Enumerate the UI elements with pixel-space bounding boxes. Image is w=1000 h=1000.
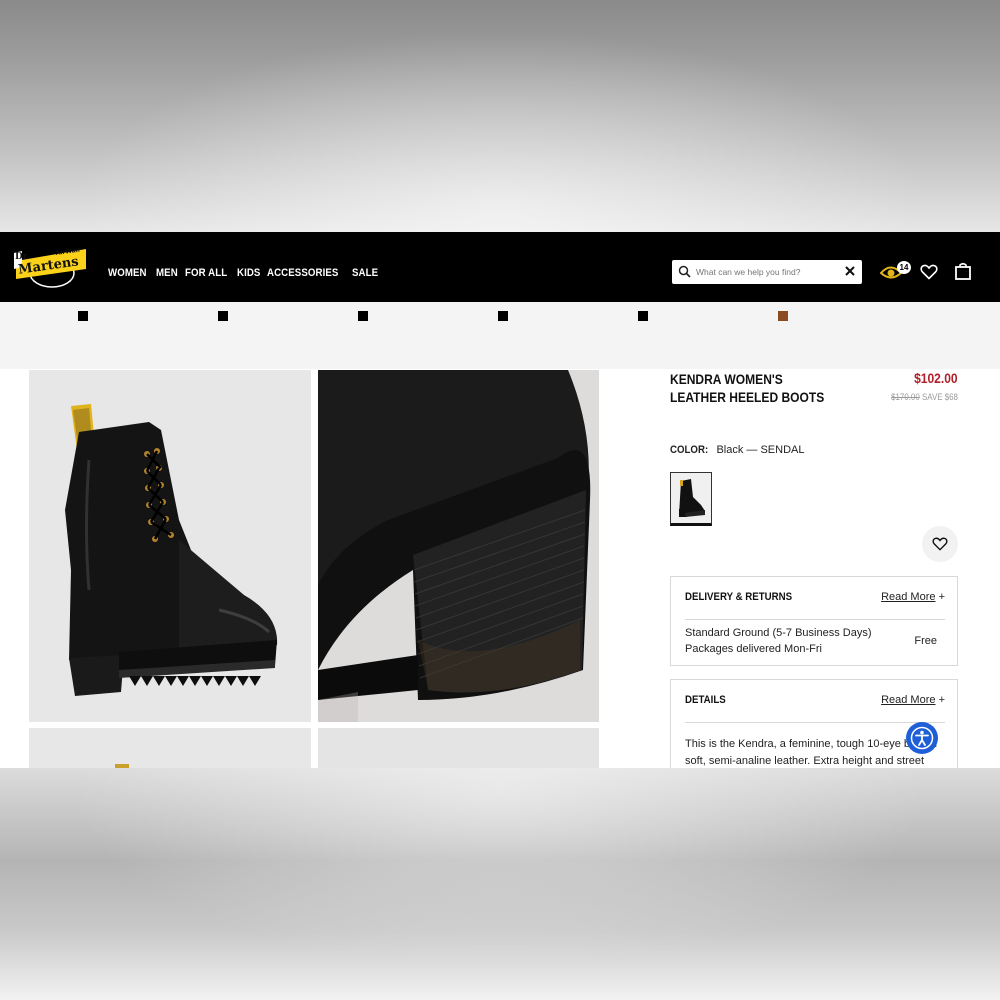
details-read-more-link[interactable]: Read More + [881, 694, 945, 706]
main-nav: WOMEN MEN FOR ALL KIDS ACCESSORIES SALE [108, 267, 386, 279]
site-header: Martens Dr. AirWair WOMEN MEN FOR ALL KI… [0, 232, 1000, 302]
heart-icon [932, 537, 948, 551]
search-input[interactable] [696, 263, 836, 281]
nav-for-all[interactable]: FOR ALL [185, 267, 227, 279]
delivery-method: Standard Ground (5-7 Business Days) [685, 627, 872, 639]
save-amount: SAVE $68 [922, 392, 958, 402]
close-icon[interactable] [844, 265, 856, 277]
sale-price: $102.00 [914, 370, 958, 386]
nav-accessories[interactable]: ACCESSORIES [267, 267, 338, 279]
product-title: KENDRA WOMEN'S LEATHER HEELED BOOTS [670, 371, 825, 405]
accessibility-button[interactable] [906, 722, 938, 754]
color-label: COLOR: [670, 444, 709, 456]
delivery-title: DELIVERY & RETURNS [685, 591, 793, 603]
swatch-5[interactable] [638, 311, 648, 321]
product-image-heel-closeup[interactable] [318, 370, 599, 722]
original-price: $170.00 [891, 392, 920, 402]
product-image-3[interactable] [29, 728, 311, 768]
delivery-cost: Free [914, 635, 937, 647]
color-value: Black — SENDAL [716, 444, 805, 456]
shopping-bag-icon[interactable] [954, 262, 972, 280]
nav-sale[interactable]: SALE [352, 267, 378, 279]
search-icon[interactable] [678, 265, 691, 278]
details-title: DETAILS [685, 694, 726, 706]
blurred-background-top [0, 0, 1000, 232]
swatch-3[interactable] [358, 311, 368, 321]
swatch-6[interactable] [778, 311, 788, 321]
add-to-wishlist-button[interactable] [922, 526, 958, 562]
nav-kids[interactable]: KIDS [237, 267, 260, 279]
dr-martens-logo[interactable]: Martens Dr. AirWair [12, 243, 90, 291]
accessibility-icon [910, 726, 934, 750]
price-savings: $170.00 SAVE $68 [891, 392, 958, 402]
delivery-schedule: Packages delivered Mon-Fri [685, 643, 822, 655]
eye-count-badge: 14 [897, 261, 911, 274]
color-thumbnail-black[interactable] [670, 472, 712, 526]
product-image-4[interactable] [318, 728, 599, 768]
logo-text-top: Dr. [15, 252, 30, 262]
screenshot-area: Martens Dr. AirWair WOMEN MEN FOR ALL KI… [0, 232, 1000, 768]
delivery-returns-panel: DELIVERY & RETURNS Read More + Standard … [670, 576, 958, 666]
divider [685, 619, 945, 620]
plus-icon: + [938, 591, 945, 603]
divider [685, 722, 945, 723]
search-box [672, 260, 862, 284]
swatch-4[interactable] [498, 311, 508, 321]
delivery-read-more-text: Read More [881, 591, 936, 603]
blurred-background-bottom [0, 768, 1000, 1000]
plus-icon: + [938, 694, 945, 706]
product-image-side[interactable] [29, 370, 311, 722]
swatch-2[interactable] [218, 311, 228, 321]
swatch-1[interactable] [78, 311, 88, 321]
delivery-read-more-link[interactable]: Read More + [881, 591, 945, 603]
nav-men[interactable]: MEN [156, 267, 178, 279]
color-swatch-strip [0, 302, 1000, 369]
nav-women[interactable]: WOMEN [108, 267, 147, 279]
heart-icon[interactable] [920, 264, 938, 280]
details-read-more-text: Read More [881, 694, 936, 706]
color-selection: COLOR: Black — SENDAL [670, 444, 804, 456]
